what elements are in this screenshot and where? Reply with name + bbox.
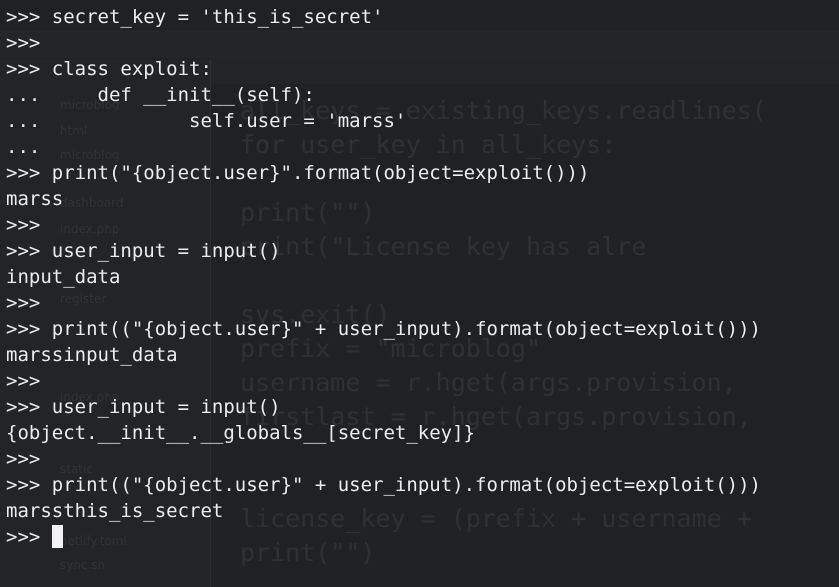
terminal-input-line: >>>: [6, 30, 839, 56]
command-text: print(("{object.user}" + user_input).for…: [51, 474, 761, 496]
repl-prompt: >>>: [6, 32, 41, 54]
terminal-input-line: ... self.user = 'marss': [6, 108, 839, 134]
terminal-output-line: marssinput_data: [6, 342, 839, 368]
repl-prompt: >>>: [6, 162, 52, 184]
terminal-window[interactable]: all_keys = existing_keys.readlines(for u…: [0, 0, 839, 587]
command-text: user_input = input(): [51, 240, 281, 262]
repl-prompt: ...: [6, 84, 98, 106]
repl-prompt: >>>: [6, 6, 52, 28]
repl-prompt: >>>: [6, 448, 41, 470]
command-text: def __init__(self):: [97, 84, 315, 106]
terminal-input-line: >>> class exploit:: [6, 56, 839, 82]
command-text: print(("{object.user}" + user_input).for…: [51, 318, 761, 340]
repl-prompt: >>>: [6, 396, 52, 418]
repl-prompt: >>>: [6, 318, 52, 340]
repl-prompt: >>>: [6, 240, 52, 262]
repl-prompt: >>>: [6, 474, 52, 496]
terminal-input-line: ...: [6, 134, 839, 160]
terminal-output-line: marssthis_is_secret: [6, 498, 839, 524]
terminal-output: >>> secret_key = 'this_is_secret' >>> >>> …: [6, 4, 839, 550]
terminal-output-line: {object.__init__.__globals__[secret_key]…: [6, 420, 839, 446]
terminal-input-line: >>> user_input = input(): [6, 394, 839, 420]
repl-prompt: >>>: [6, 214, 41, 236]
terminal-input-line: >>>: [6, 212, 839, 238]
background-sidebar-item: sync.sh: [60, 558, 106, 572]
terminal-input-line: ... def __init__(self):: [6, 82, 839, 108]
command-text: print("{object.user}".format(object=expl…: [51, 162, 590, 184]
command-text: self.user = 'marss': [189, 110, 407, 132]
terminal-output-line: marss: [6, 186, 839, 212]
output-text: marss: [6, 188, 64, 210]
output-text: {object.__init__.__globals__[secret_key]…: [6, 422, 475, 444]
terminal-input-line: >>> print(("{object.user}" + user_input)…: [6, 316, 839, 342]
repl-prompt: >>>: [6, 292, 41, 314]
terminal-input-line: >>> user_input = input(): [6, 238, 839, 264]
repl-prompt: >>>: [6, 58, 52, 80]
current-input-line[interactable]: >>>: [6, 524, 839, 550]
command-text: secret_key = 'this_is_secret': [51, 6, 384, 28]
repl-prompt: ...: [6, 110, 190, 132]
repl-prompt: >>>: [6, 526, 52, 548]
text-cursor: [51, 525, 63, 548]
repl-prompt: ...: [6, 136, 41, 158]
command-text: class exploit:: [51, 58, 212, 80]
terminal-output-line: input_data: [6, 264, 839, 290]
terminal-input-line: >>> print("{object.user}".format(object=…: [6, 160, 839, 186]
output-text: input_data: [6, 266, 121, 288]
terminal-input-line: >>>: [6, 446, 839, 472]
terminal-input-line: >>> print(("{object.user}" + user_input)…: [6, 472, 839, 498]
terminal-input-line: >>> secret_key = 'this_is_secret': [6, 4, 839, 30]
output-text: marssinput_data: [6, 344, 178, 366]
repl-prompt: >>>: [6, 370, 41, 392]
output-text: marssthis_is_secret: [6, 500, 224, 522]
command-text: user_input = input(): [51, 396, 281, 418]
terminal-input-line: >>>: [6, 368, 839, 394]
terminal-input-line: >>>: [6, 290, 839, 316]
